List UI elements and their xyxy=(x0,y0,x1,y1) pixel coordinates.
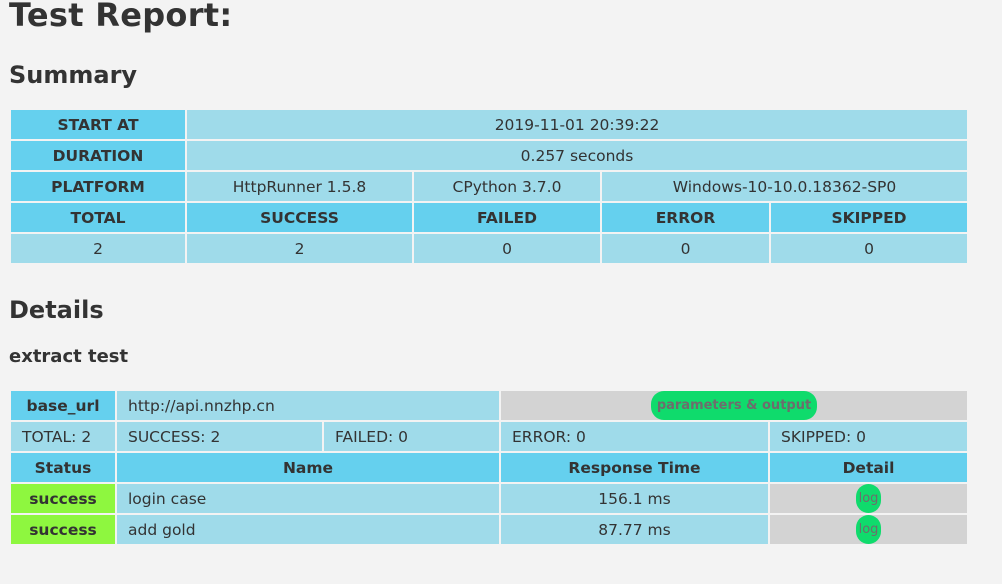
failed-value: 0 xyxy=(412,232,602,265)
response-time: 156.1 ms xyxy=(499,482,770,515)
test-name: login case xyxy=(115,482,501,515)
start-value: 2019-11-01 20:39:22 xyxy=(185,108,969,141)
suite-total: TOTAL: 2 xyxy=(9,420,117,453)
base-url-row: base_url http://api.nnzhp.cn parameters … xyxy=(9,389,969,422)
summary-values-row: 2 2 0 0 0 xyxy=(9,232,969,265)
suite-stats-row: TOTAL: 2 SUCCESS: 2 FAILED: 0 ERROR: 0 S… xyxy=(9,420,969,453)
details-heading: Details xyxy=(9,296,104,324)
suite-error: ERROR: 0 xyxy=(499,420,770,453)
table-row: success add gold 87.77 ms log xyxy=(9,513,969,546)
suite-failed: FAILED: 0 xyxy=(322,420,501,453)
platform-label: PLATFORM xyxy=(9,170,187,203)
summary-table: START AT 2019-11-01 20:39:22 DURATION 0.… xyxy=(9,108,969,265)
details-table: base_url http://api.nnzhp.cn parameters … xyxy=(9,389,969,546)
start-label: START AT xyxy=(9,108,187,141)
parameters-output-button[interactable]: parameters & output xyxy=(650,392,818,419)
log-button[interactable]: log xyxy=(855,485,882,512)
params-cell: parameters & output xyxy=(499,389,969,422)
skipped-header: SKIPPED xyxy=(769,201,969,234)
test-name: add gold xyxy=(115,513,501,546)
duration-row: DURATION 0.257 seconds xyxy=(9,139,969,172)
detail-header: Detail xyxy=(768,451,969,484)
summary-heading: Summary xyxy=(9,61,138,89)
suite-success: SUCCESS: 2 xyxy=(115,420,324,453)
skipped-value: 0 xyxy=(769,232,969,265)
platform-runner: HttpRunner 1.5.8 xyxy=(185,170,414,203)
base-url-label: base_url xyxy=(9,389,117,422)
success-value: 2 xyxy=(185,232,414,265)
status-badge: success xyxy=(9,513,117,546)
error-value: 0 xyxy=(600,232,771,265)
failed-header: FAILED xyxy=(412,201,602,234)
response-time-header: Response Time xyxy=(499,451,770,484)
details-header-row: Status Name Response Time Detail xyxy=(9,451,969,484)
status-badge: success xyxy=(9,482,117,515)
suite-name: extract test xyxy=(9,346,129,367)
duration-label: DURATION xyxy=(9,139,187,172)
start-row: START AT 2019-11-01 20:39:22 xyxy=(9,108,969,141)
total-header: TOTAL xyxy=(9,201,187,234)
platform-python: CPython 3.7.0 xyxy=(412,170,602,203)
platform-os: Windows-10-10.0.18362-SP0 xyxy=(600,170,969,203)
detail-cell: log xyxy=(768,513,969,546)
error-header: ERROR xyxy=(600,201,771,234)
duration-value: 0.257 seconds xyxy=(185,139,969,172)
platform-row: PLATFORM HttpRunner 1.5.8 CPython 3.7.0 … xyxy=(9,170,969,203)
log-button[interactable]: log xyxy=(855,516,882,543)
summary-header-row: TOTAL SUCCESS FAILED ERROR SKIPPED xyxy=(9,201,969,234)
suite-skipped: SKIPPED: 0 xyxy=(768,420,969,453)
status-header: Status xyxy=(9,451,117,484)
base-url-value: http://api.nnzhp.cn xyxy=(115,389,501,422)
table-row: success login case 156.1 ms log xyxy=(9,482,969,515)
detail-cell: log xyxy=(768,482,969,515)
success-header: SUCCESS xyxy=(185,201,414,234)
page-title: Test Report: xyxy=(9,0,233,34)
name-header: Name xyxy=(115,451,501,484)
response-time: 87.77 ms xyxy=(499,513,770,546)
total-value: 2 xyxy=(9,232,187,265)
